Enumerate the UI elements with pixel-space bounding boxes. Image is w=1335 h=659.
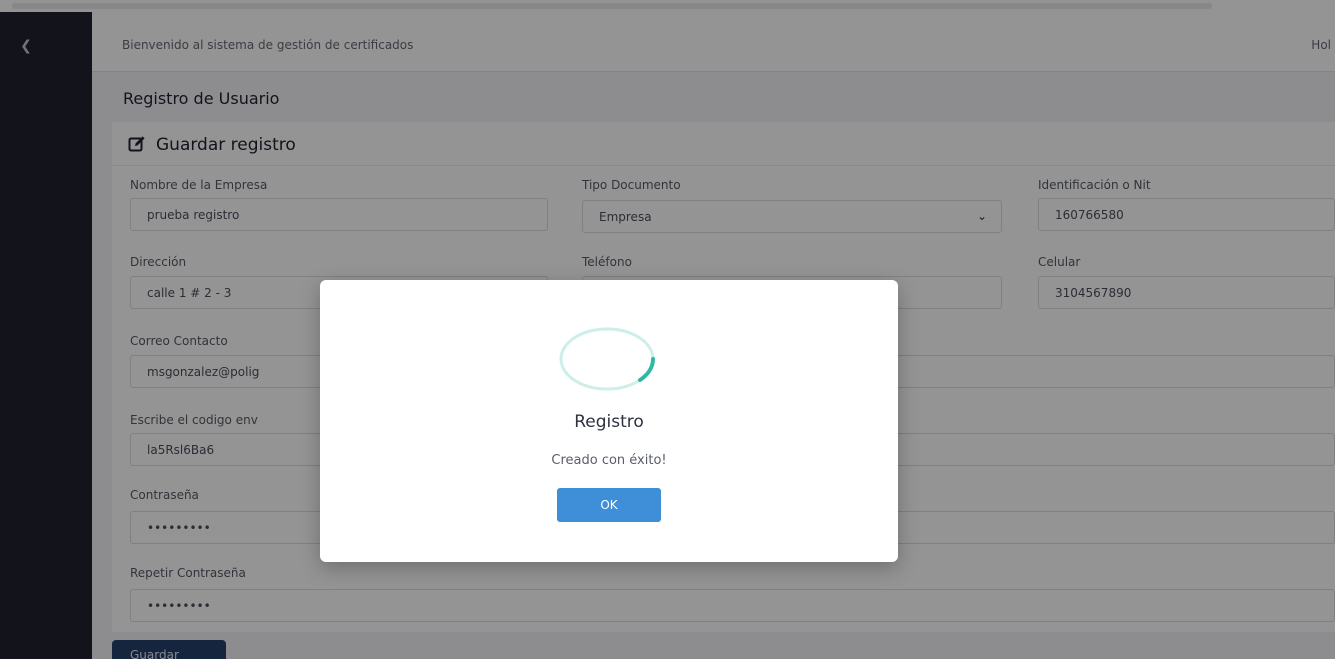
dialog-title: Registro bbox=[574, 412, 644, 432]
ok-button[interactable]: OK bbox=[557, 488, 661, 522]
dialog-message: Creado con éxito! bbox=[551, 453, 667, 468]
spinner-icon bbox=[559, 327, 656, 391]
success-dialog: Registro Creado con éxito! OK bbox=[320, 280, 898, 562]
